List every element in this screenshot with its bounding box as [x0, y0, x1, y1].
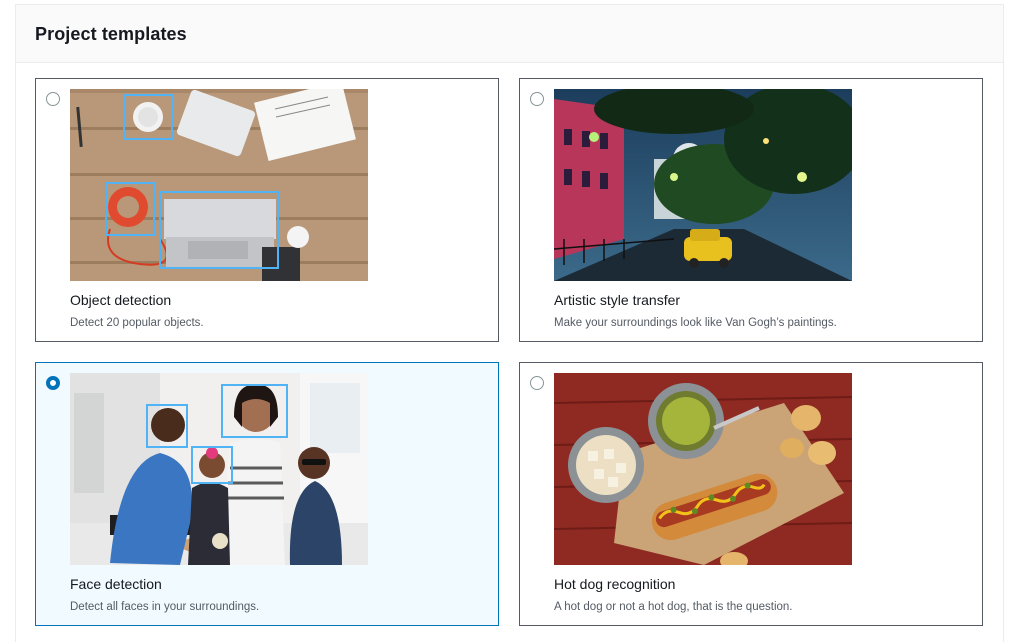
template-title: Face detection	[70, 576, 162, 592]
artistic-style-transfer-image	[554, 89, 852, 281]
template-card-hot-dog-recognition[interactable]: Hot dog recognition A hot dog or not a h…	[519, 362, 983, 626]
painted-street-illustration	[554, 89, 852, 281]
template-description: Detect 20 popular objects.	[70, 317, 204, 329]
radio-button-selected[interactable]	[46, 376, 60, 390]
panel-header: Project templates	[16, 5, 1003, 63]
family-kitchen-illustration	[70, 373, 368, 565]
template-title: Object detection	[70, 292, 172, 308]
radio-button[interactable]	[46, 92, 60, 106]
template-card-face-detection[interactable]: Face detection Detect all faces in your …	[35, 362, 499, 626]
template-description: A hot dog or not a hot dog, that is the …	[554, 601, 793, 613]
object-detection-image	[70, 89, 368, 281]
template-title: Hot dog recognition	[554, 576, 676, 592]
radio-button[interactable]	[530, 376, 544, 390]
panel-title: Project templates	[35, 24, 187, 44]
template-card-object-detection[interactable]: Object detection Detect 20 popular objec…	[35, 78, 499, 342]
face-detection-image	[70, 373, 368, 565]
hot-dog-recognition-image	[554, 373, 852, 565]
radio-button[interactable]	[530, 92, 544, 106]
template-title: Artistic style transfer	[554, 292, 681, 308]
template-description: Detect all faces in your surroundings.	[70, 601, 260, 613]
template-description: Make your surroundings look like Van Gog…	[554, 317, 837, 329]
desk-objects-illustration	[70, 89, 368, 281]
template-card-artistic-style-transfer[interactable]: Artistic style transfer Make your surrou…	[519, 78, 983, 342]
hot-dog-illustration	[554, 373, 852, 565]
